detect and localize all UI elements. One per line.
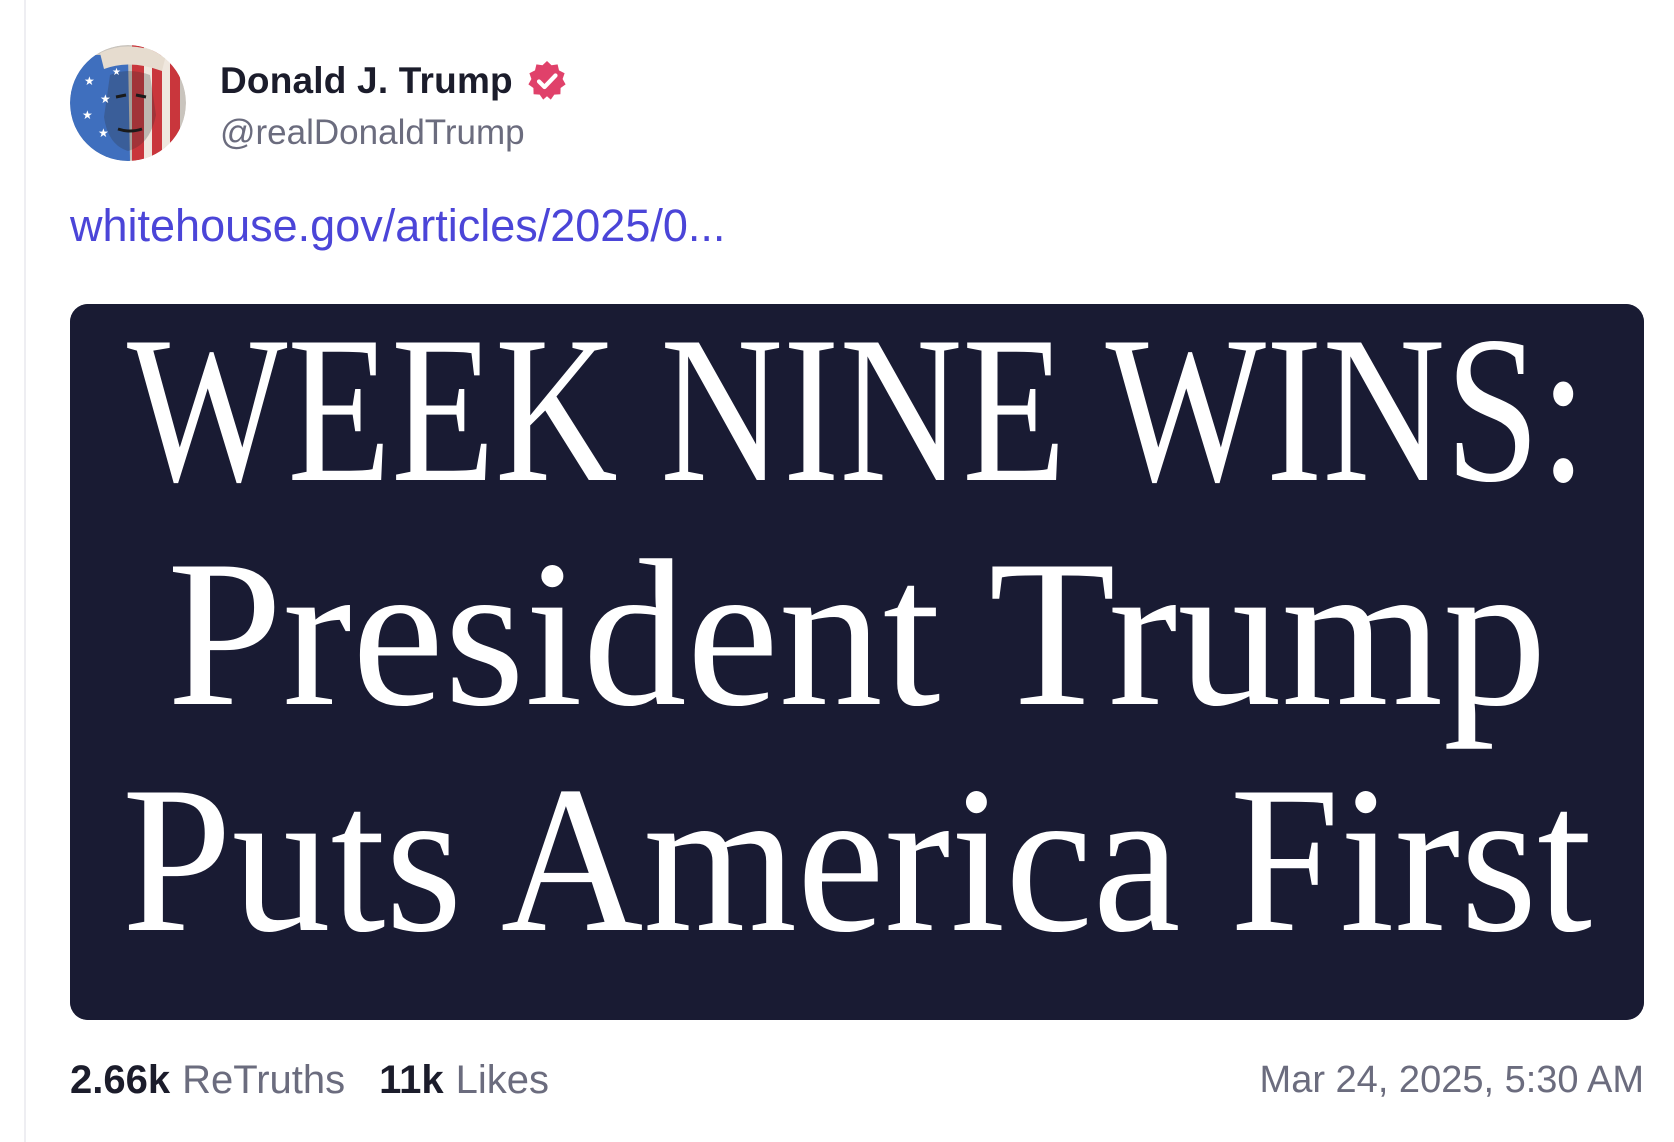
likes-label: Likes xyxy=(455,1057,550,1102)
truth-post: ★ ★ ★ ★ ★ Donald J. Trump @realDonaldTru… xyxy=(70,44,1644,1110)
headline-line-3: Puts America First xyxy=(122,744,1592,976)
headline-line-2: President Trump xyxy=(167,518,1547,750)
verified-badge-icon xyxy=(525,59,569,103)
post-media-image[interactable]: WEEK NINE WINS: President Trump Puts Ame… xyxy=(70,304,1644,1020)
author-name[interactable]: Donald J. Trump xyxy=(220,60,513,102)
headline-line-1: WEEK NINE WINS: xyxy=(127,304,1587,526)
post-header: ★ ★ ★ ★ ★ Donald J. Trump @realDonaldTru… xyxy=(70,44,1644,162)
svg-text:★: ★ xyxy=(82,108,93,122)
likes-count: 11k xyxy=(379,1057,444,1102)
author-handle[interactable]: @realDonaldTrump xyxy=(220,113,569,153)
likes-stat[interactable]: 11k Likes xyxy=(379,1058,549,1103)
author-info: Donald J. Trump @realDonaldTrump xyxy=(220,53,569,153)
author-name-row: Donald J. Trump xyxy=(220,53,569,109)
author-avatar[interactable]: ★ ★ ★ ★ ★ xyxy=(70,45,186,161)
post-footer: 2.66k ReTruths 11k Likes Mar 24, 2025, 5… xyxy=(70,1050,1644,1110)
post-timestamp[interactable]: Mar 24, 2025, 5:30 AM xyxy=(1260,1050,1644,1110)
svg-text:★: ★ xyxy=(98,126,109,140)
svg-text:★: ★ xyxy=(100,92,111,106)
column-divider xyxy=(24,0,26,1142)
retruths-label: ReTruths xyxy=(182,1057,346,1102)
post-link[interactable]: whitehouse.gov/articles/2025/0... xyxy=(70,200,725,252)
svg-text:★: ★ xyxy=(84,74,95,88)
headline-graphic: WEEK NINE WINS: President Trump Puts Ame… xyxy=(70,304,1644,1020)
flag-portrait-avatar-icon: ★ ★ ★ ★ ★ xyxy=(70,45,186,161)
retruths-count: 2.66k xyxy=(70,1057,171,1102)
retruths-stat[interactable]: 2.66k ReTruths xyxy=(70,1058,345,1103)
svg-text:★: ★ xyxy=(112,67,121,78)
truth-post-page: ★ ★ ★ ★ ★ Donald J. Trump @realDonaldTru… xyxy=(0,0,1674,1142)
